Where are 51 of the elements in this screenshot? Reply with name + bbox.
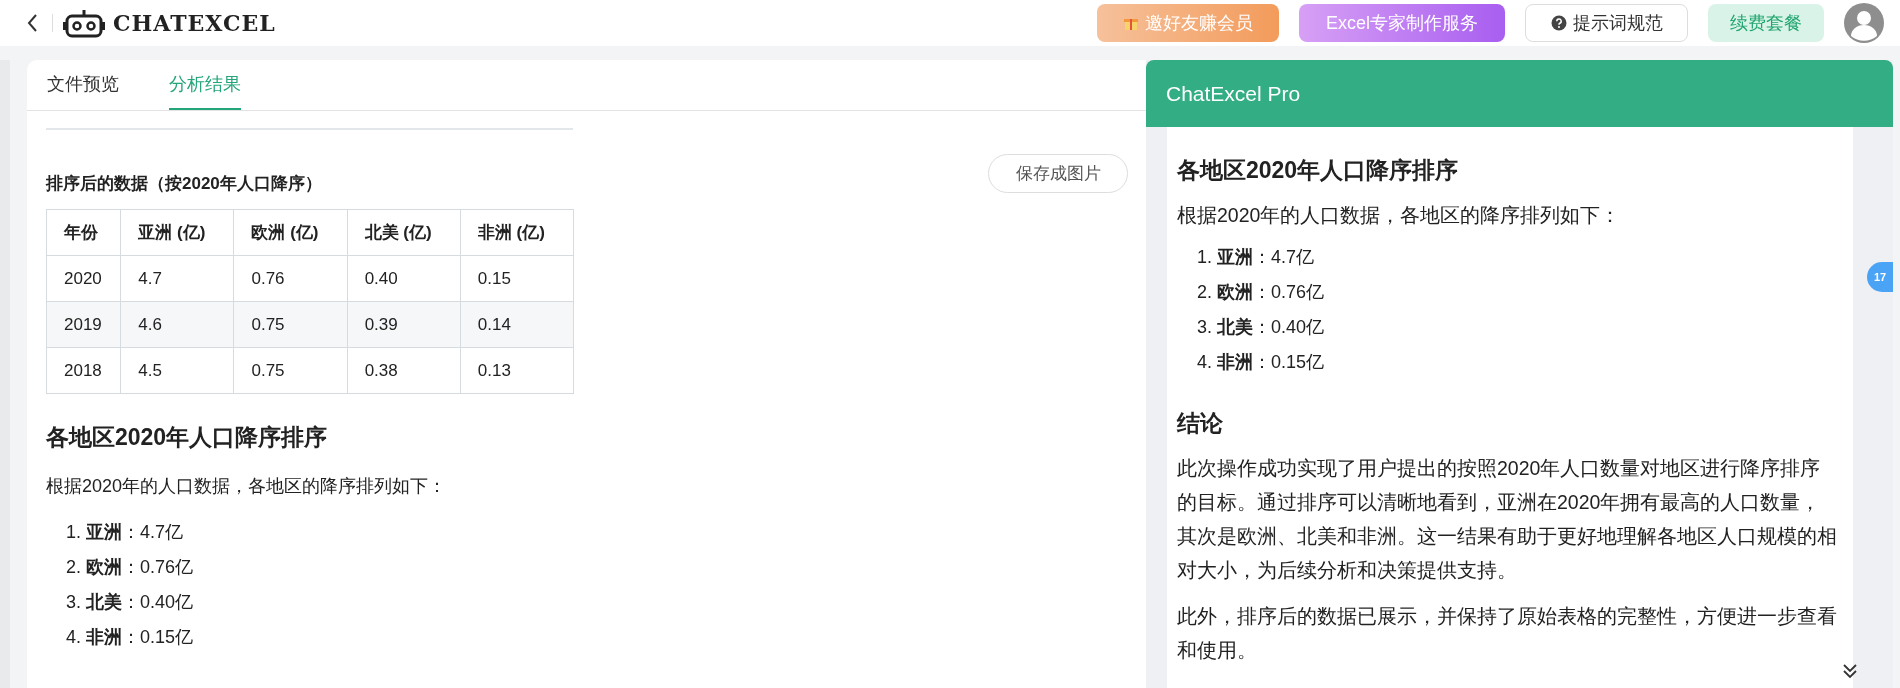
table-cell: 0.76	[233, 255, 348, 302]
table-cell: 4.6	[120, 301, 234, 348]
paragraph: 根据2020年的人口数据，各地区的降序排列如下：	[46, 475, 448, 498]
tab[interactable]: 分析结果	[169, 60, 241, 110]
robot-icon	[63, 8, 105, 38]
panel-title: ChatExcel Pro	[1166, 81, 1301, 106]
table-cell: 0.13	[460, 347, 574, 394]
logo-text: CHATEXCEL	[113, 10, 276, 36]
list-item: 1. 亚洲：4.7亿	[1197, 246, 1316, 269]
table-cell: 2018	[46, 347, 121, 394]
list-item: 3. 北美：0.40亿	[1197, 316, 1326, 339]
table-cell: 4.5	[120, 347, 234, 394]
section-heading: 结论	[1177, 409, 1224, 438]
paragraph: 根据2020年的人口数据，各地区的降序排列如下：	[1177, 203, 1622, 228]
section-heading: 各地区2020年人口降序排序	[46, 423, 329, 452]
list-item: 4. 非洲：0.15亿	[66, 626, 195, 650]
scroll-down-icon[interactable]	[1841, 662, 1859, 680]
list-item: 2. 欧洲：0.76亿	[1197, 281, 1326, 304]
paragraph: 此外，排序后的数据已展示，并保持了原始表格的完整性，方便进一步查看和使用。	[1177, 604, 1838, 663]
help-button[interactable]: 提示词规范	[1525, 4, 1688, 42]
section-heading: 各地区2020年人口降序排序	[1177, 156, 1460, 185]
save-image-button[interactable]: 保存成图片	[988, 154, 1128, 193]
table-cell: 0.75	[233, 301, 348, 348]
list-item: 2. 欧洲：0.76亿	[66, 556, 195, 580]
column-header: 欧洲 (亿)	[233, 209, 348, 256]
list-item: 3. 北美：0.40亿	[66, 591, 195, 615]
table-cell: 0.38	[347, 347, 461, 394]
count-badge[interactable]: 17	[1867, 262, 1893, 292]
table-cell: 0.75	[233, 347, 348, 394]
avatar-icon[interactable]	[1844, 3, 1884, 43]
column-header: 非洲 (亿)	[460, 209, 574, 256]
list-item: 4. 非洲：0.15亿	[1197, 351, 1326, 374]
column-header: 亚洲 (亿)	[120, 209, 234, 256]
invite-button[interactable]: 邀好友赚会员	[1097, 4, 1279, 42]
list-item: 1. 亚洲：4.7亿	[66, 521, 185, 545]
table-cell: 0.40	[347, 255, 461, 302]
paragraph: 此次操作成功实现了用户提出的按照2020年人口数量对地区进行降序排序的目标。通过排序可以清晰地看到，亚洲在2020年拥有最高的人口数量，其次是欧洲、北美和非洲。这一结果有助于更好地理解各地区人口规模的相对大小，为后续分析和决策提供支持。	[1177, 456, 1838, 583]
table-cell: 0.14	[460, 301, 574, 348]
renew-button[interactable]: 续费套餐	[1708, 4, 1824, 42]
tab[interactable]: 文件预览	[47, 60, 119, 110]
column-header: 北美 (亿)	[347, 209, 461, 256]
table-cell: 4.7	[120, 255, 234, 302]
table-cell: 2020	[46, 255, 121, 302]
back-icon[interactable]	[26, 13, 40, 33]
service-button[interactable]: Excel专家制作服务	[1299, 4, 1505, 42]
column-header: 年份	[46, 209, 121, 256]
section-title: 排序后的数据（按2020年人口降序）	[46, 173, 322, 195]
table-cell: 0.39	[347, 301, 461, 348]
table-cell: 2019	[46, 301, 121, 348]
table-cell: 0.15	[460, 255, 574, 302]
help-icon	[1550, 15, 1567, 31]
